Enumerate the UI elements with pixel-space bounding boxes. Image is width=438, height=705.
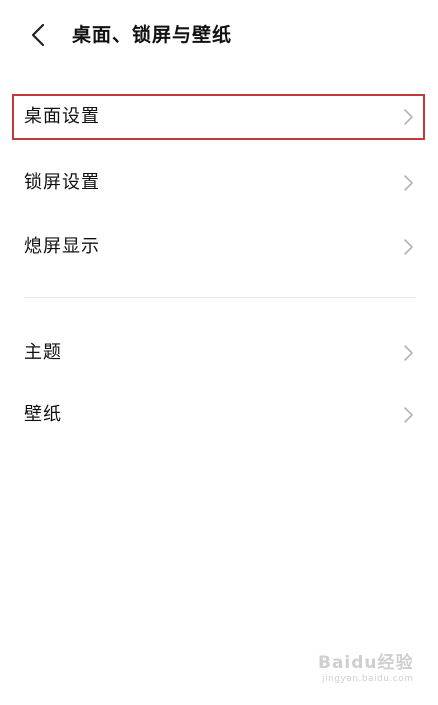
settings-item-lockscreen[interactable]: 锁屏设置 bbox=[0, 155, 438, 211]
chevron-right-icon bbox=[401, 108, 415, 126]
section-divider bbox=[24, 297, 416, 298]
top-bar: 桌面、锁屏与壁纸 bbox=[0, 0, 438, 70]
page-title: 桌面、锁屏与壁纸 bbox=[72, 24, 233, 46]
chevron-left-icon bbox=[31, 23, 45, 47]
settings-item-desktop[interactable]: 桌面设置 bbox=[0, 89, 438, 145]
chevron-right-icon bbox=[401, 238, 415, 256]
back-button[interactable] bbox=[24, 20, 54, 50]
settings-item-label: 桌面设置 bbox=[24, 106, 100, 127]
watermark: Baidu经验 jingyan.baidu.com bbox=[318, 648, 426, 696]
settings-item-label: 熄屏显示 bbox=[24, 236, 100, 257]
settings-item-label: 主题 bbox=[24, 342, 62, 363]
settings-item-label: 壁纸 bbox=[24, 404, 62, 425]
settings-item-wallpaper[interactable]: 壁纸 bbox=[0, 387, 438, 443]
chevron-right-icon bbox=[401, 344, 415, 362]
chevron-right-icon bbox=[401, 406, 415, 424]
watermark-url: jingyan.baidu.com bbox=[322, 674, 414, 684]
settings-item-theme[interactable]: 主题 bbox=[0, 325, 438, 381]
settings-item-always-on-display[interactable]: 熄屏显示 bbox=[0, 219, 438, 275]
settings-item-label: 锁屏设置 bbox=[24, 172, 100, 193]
chevron-right-icon bbox=[401, 174, 415, 192]
watermark-logo: Baidu经验 bbox=[318, 653, 414, 673]
